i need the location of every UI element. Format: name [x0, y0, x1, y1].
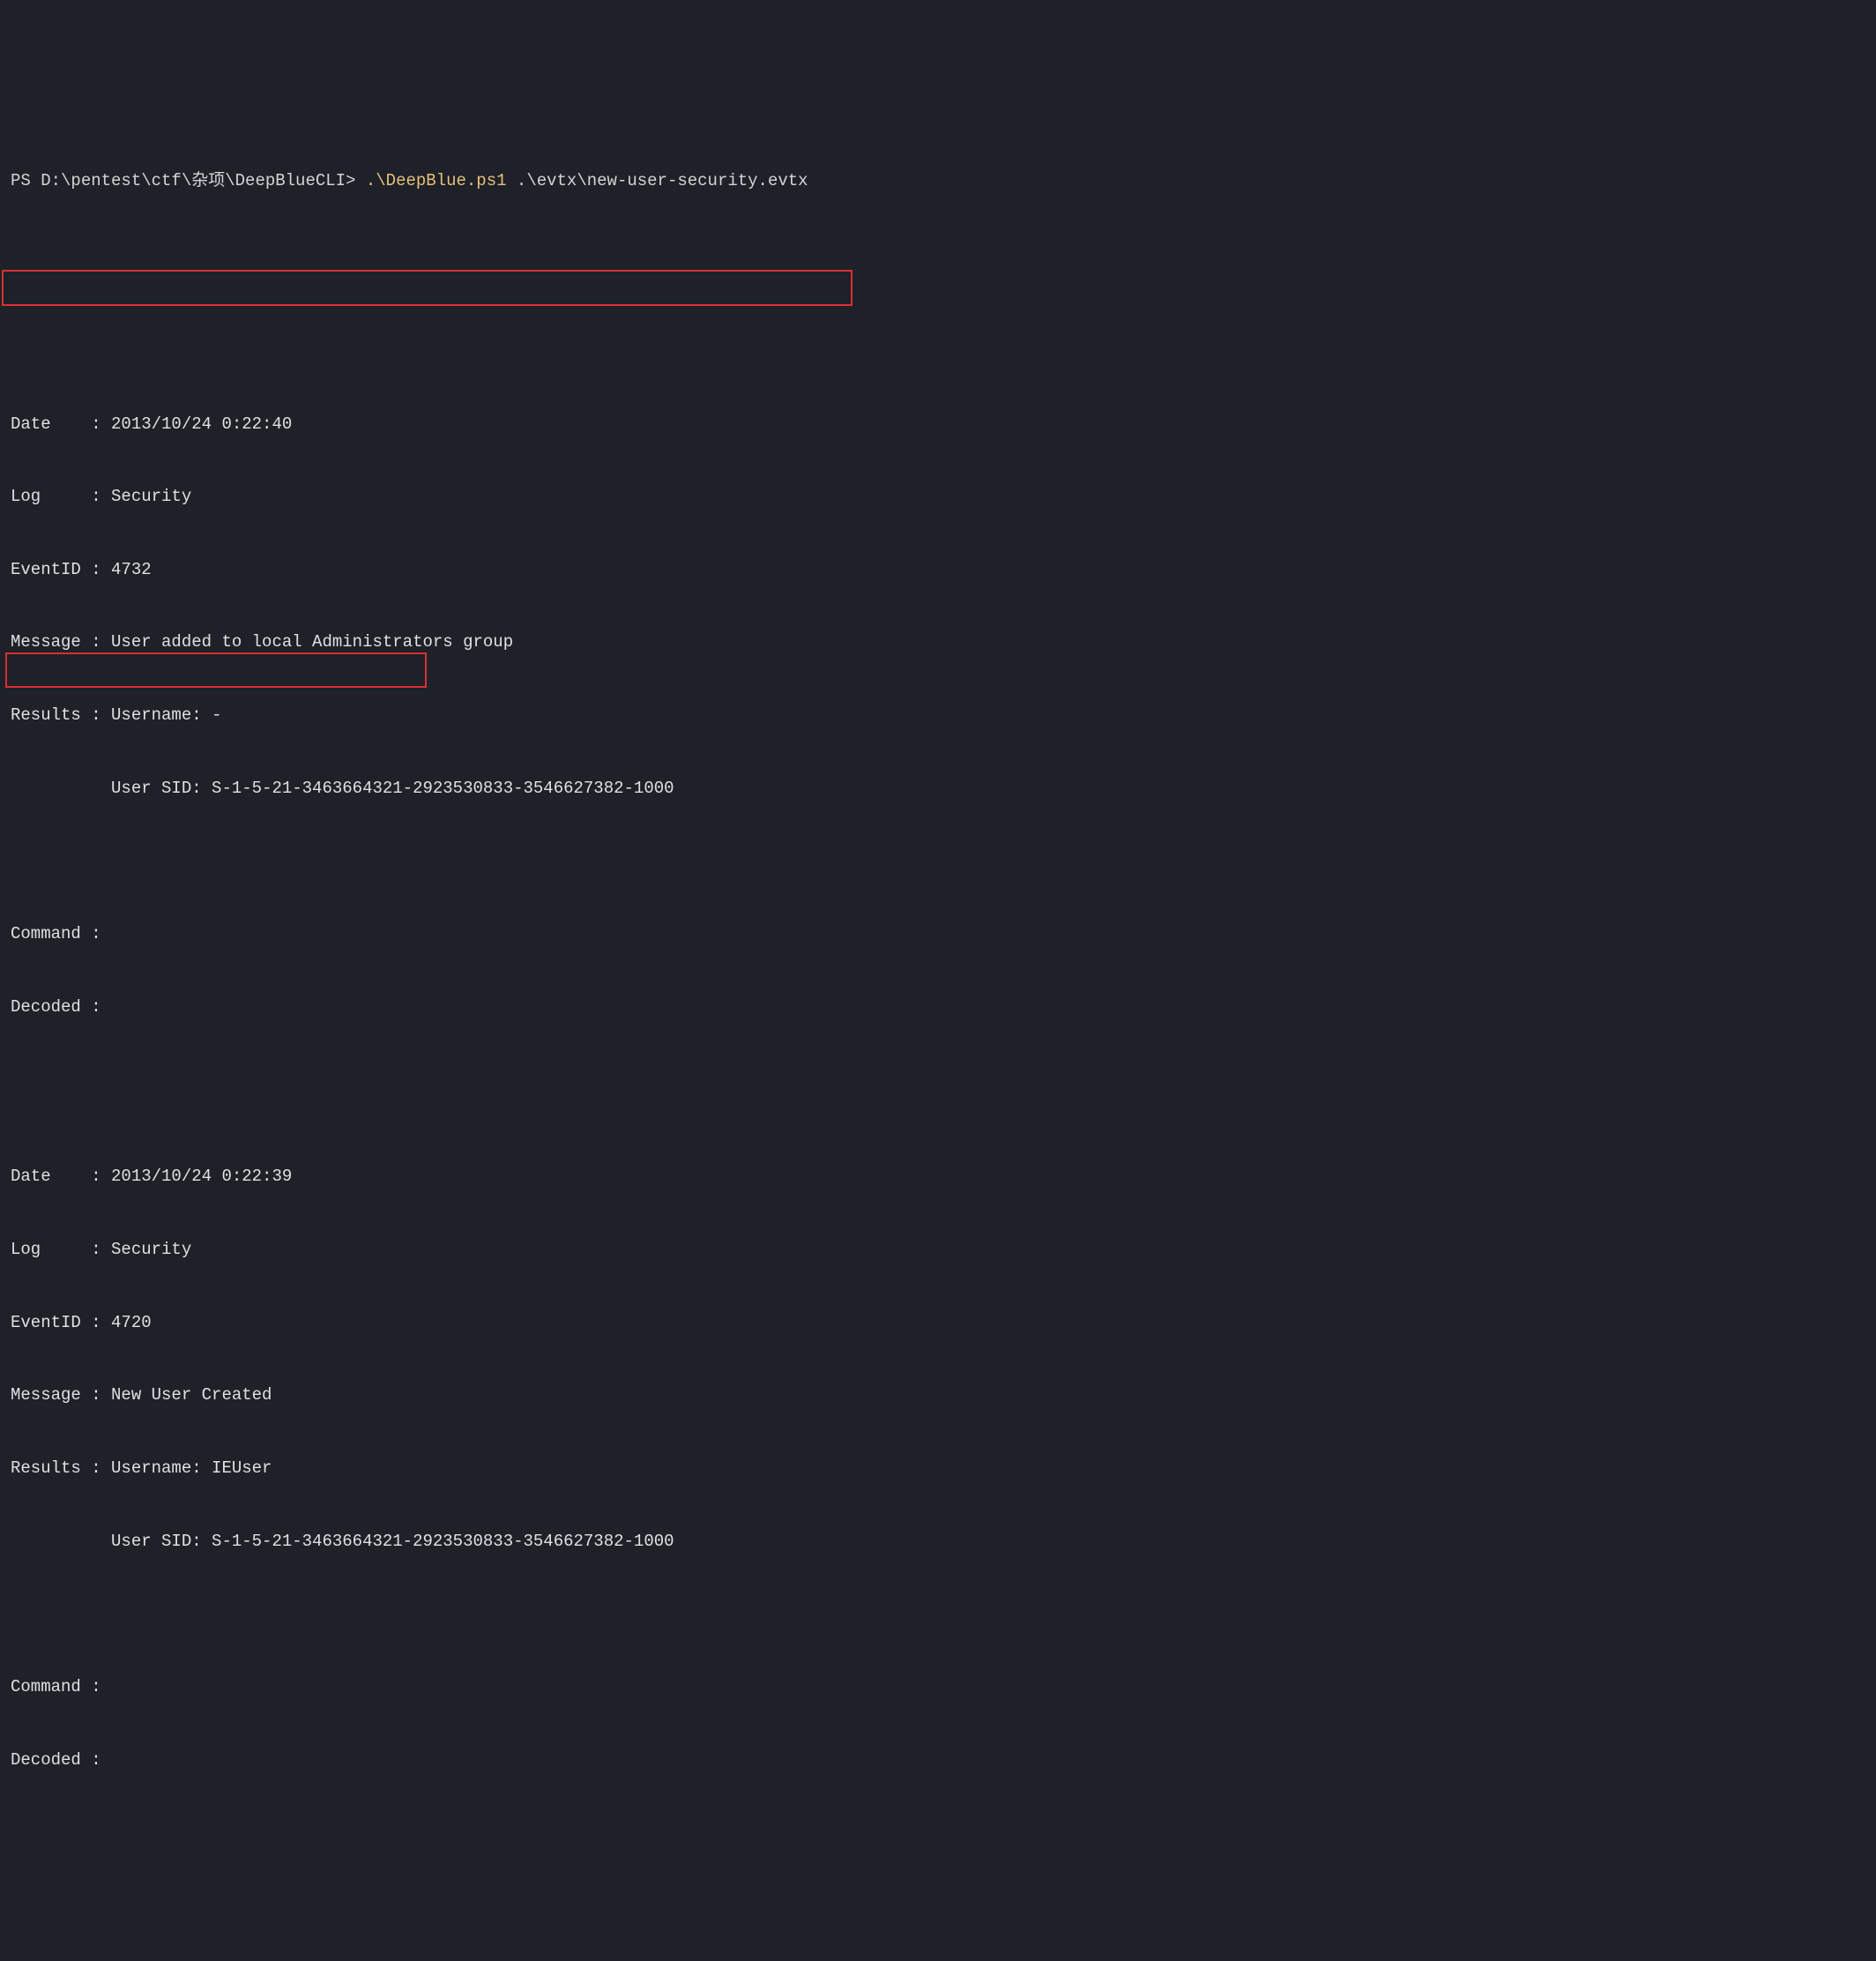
event-decoded: Decoded :: [11, 995, 1876, 1020]
event-message: Message : User added to local Administra…: [11, 630, 1876, 655]
blank-line: [11, 315, 1876, 339]
blank-line: [11, 1068, 1876, 1092]
command-script: .\DeepBlue.ps1: [366, 171, 507, 190]
event-results: Results : Username: IEUser: [11, 1457, 1876, 1481]
prompt-prefix: PS D:\pentest\ctf\杂项\DeepBlueCLI>: [11, 171, 366, 190]
event-sid: User SID: S-1-5-21-3463664321-2923530833…: [11, 1530, 1876, 1555]
event-id: EventID : 4732: [11, 558, 1876, 583]
event-sid: User SID: S-1-5-21-3463664321-2923530833…: [11, 777, 1876, 802]
command-argument: .\evtx\new-user-security.evtx: [507, 171, 808, 190]
event-log: Log : Security: [11, 1238, 1876, 1263]
event-id: EventID : 4720: [11, 1311, 1876, 1336]
event-date: Date : 2013/10/24 0:22:39: [11, 1165, 1876, 1189]
event-command: Command :: [11, 1675, 1876, 1700]
event-log: Log : Security: [11, 485, 1876, 510]
event-decoded: Decoded :: [11, 1748, 1876, 1773]
event-results: Results : Username: -: [11, 704, 1876, 728]
blank-line: [11, 242, 1876, 267]
blank-line: [11, 1602, 1876, 1627]
terminal-window[interactable]: PS D:\pentest\ctf\杂项\DeepBlueCLI> .\Deep…: [0, 0, 1876, 1961]
event-date: Date : 2013/10/24 0:22:40: [11, 413, 1876, 437]
event-command: Command :: [11, 922, 1876, 947]
blank-line: [11, 1821, 1876, 1845]
blank-line: [11, 849, 1876, 874]
blank-line: [11, 1894, 1876, 1919]
prompt-line-1: PS D:\pentest\ctf\杂项\DeepBlueCLI> .\Deep…: [11, 169, 1876, 194]
event-message: Message : New User Created: [11, 1383, 1876, 1408]
